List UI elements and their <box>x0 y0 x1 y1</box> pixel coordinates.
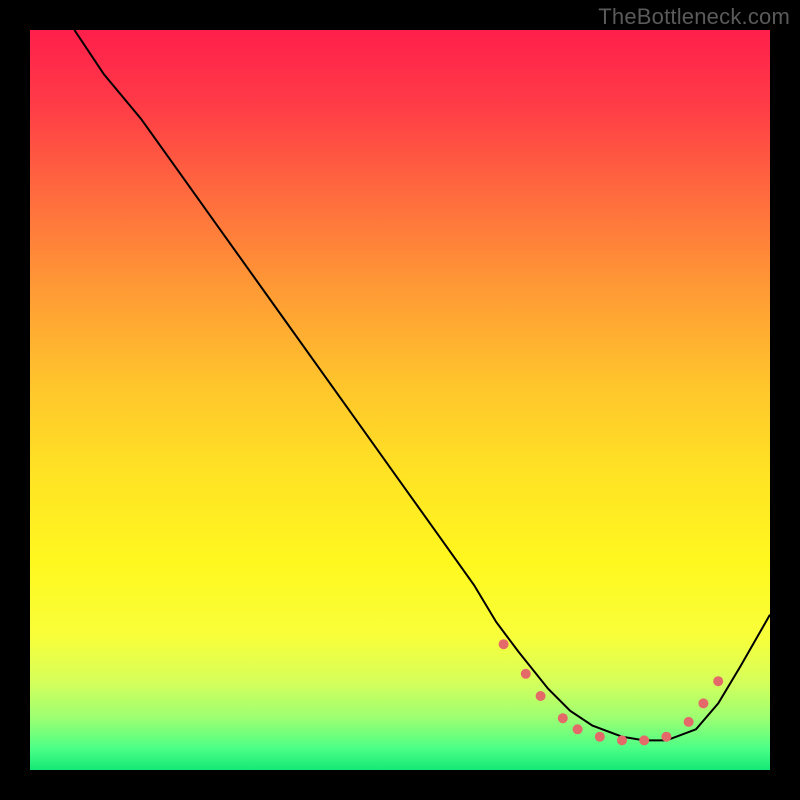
marker-dot <box>684 717 694 727</box>
gradient-background <box>30 30 770 770</box>
marker-dot <box>639 735 649 745</box>
marker-dot <box>558 713 568 723</box>
marker-dot <box>521 669 531 679</box>
chart-container: TheBottleneck.com <box>0 0 800 800</box>
marker-dot <box>536 691 546 701</box>
plot-area <box>30 30 770 770</box>
marker-dot <box>698 698 708 708</box>
marker-dot <box>713 676 723 686</box>
marker-dot <box>499 639 509 649</box>
watermark-text: TheBottleneck.com <box>598 4 790 30</box>
marker-dot <box>595 732 605 742</box>
marker-dot <box>617 735 627 745</box>
plot-frame <box>30 30 770 770</box>
marker-dot <box>661 732 671 742</box>
marker-dot <box>573 724 583 734</box>
chart-svg <box>30 30 770 770</box>
